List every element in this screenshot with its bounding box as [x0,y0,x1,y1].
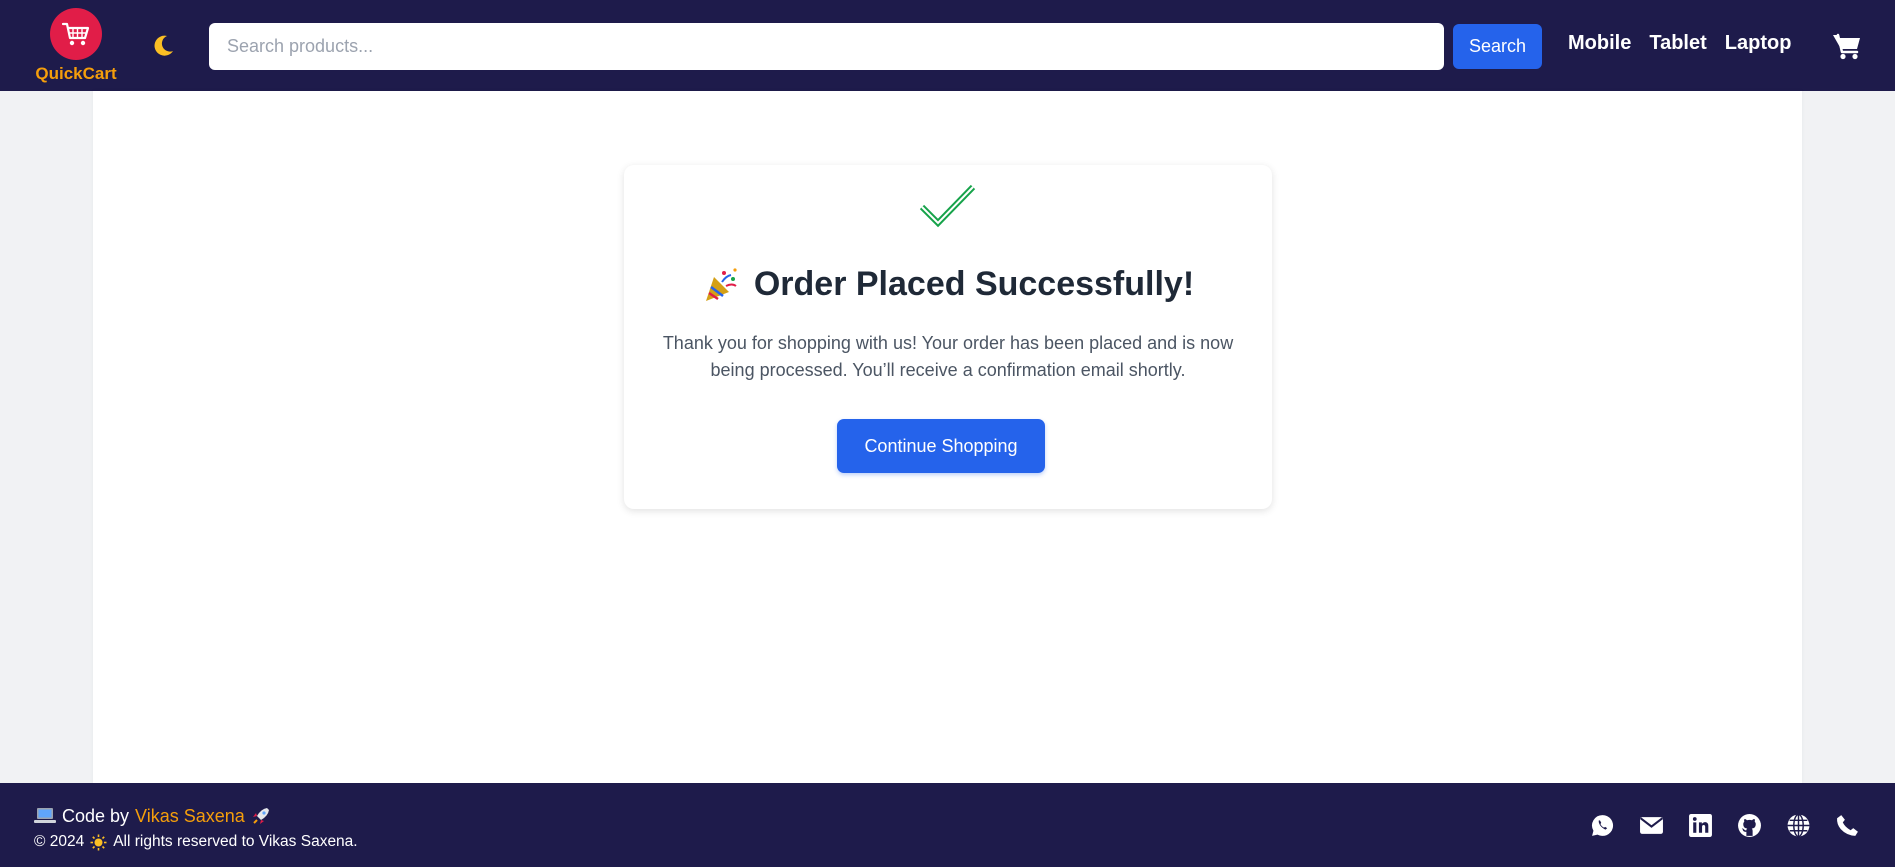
footer-credit: Code by Vikas Saxena [34,805,271,827]
rights-text: All rights reserved to Vikas Saxena. [113,833,358,850]
party-popper-icon [705,267,737,301]
code-by-label: Code by [62,805,130,826]
sun-icon [90,834,107,850]
nav-link-tablet[interactable]: Tablet [1649,32,1706,60]
linkedin-icon[interactable] [1688,813,1713,838]
rocket-icon [252,808,269,824]
nav-link-laptop[interactable]: Laptop [1725,32,1792,60]
globe-icon[interactable] [1786,813,1811,838]
search-button[interactable]: Search [1453,24,1542,69]
success-card: Order Placed Successfully! Thank you for… [624,165,1272,509]
search-input[interactable] [209,23,1444,70]
continue-shopping-button[interactable]: Continue Shopping [837,419,1045,473]
category-nav: Mobile Tablet Laptop [1568,32,1791,60]
logo[interactable]: QuickCart [34,8,118,84]
header: QuickCart Search Mobile Tablet Laptop [0,0,1895,91]
nav-link-mobile[interactable]: Mobile [1568,32,1631,60]
phone-icon[interactable] [1835,813,1860,838]
confirmation-message: Thank you for shopping with us! Your ord… [662,333,1234,380]
moon-icon [154,35,173,56]
title-text: Order Placed Successfully! [753,265,1195,303]
theme-toggle[interactable] [148,31,178,61]
github-icon[interactable] [1737,813,1762,838]
copyright-year: © 2024 [34,833,85,850]
main-content: Order Placed Successfully! Thank you for… [93,91,1802,783]
brand-name: QuickCart [35,64,117,83]
cart-icon [1833,33,1860,60]
footer-copyright: © 2024 All rights reserved to Vikas Saxe… [34,832,358,852]
footer: Code by Vikas Saxena © 2024 All rights r… [0,783,1895,867]
email-icon[interactable] [1639,813,1664,838]
cart-button[interactable] [1832,32,1862,60]
author-link[interactable]: Vikas Saxena [135,806,245,827]
cart-logo-icon [50,8,102,60]
social-links [1590,813,1860,841]
check-icon [919,184,976,228]
laptop-icon [34,808,56,823]
page-title: Order Placed Successfully! [624,265,1272,304]
whatsapp-icon[interactable] [1590,813,1615,838]
